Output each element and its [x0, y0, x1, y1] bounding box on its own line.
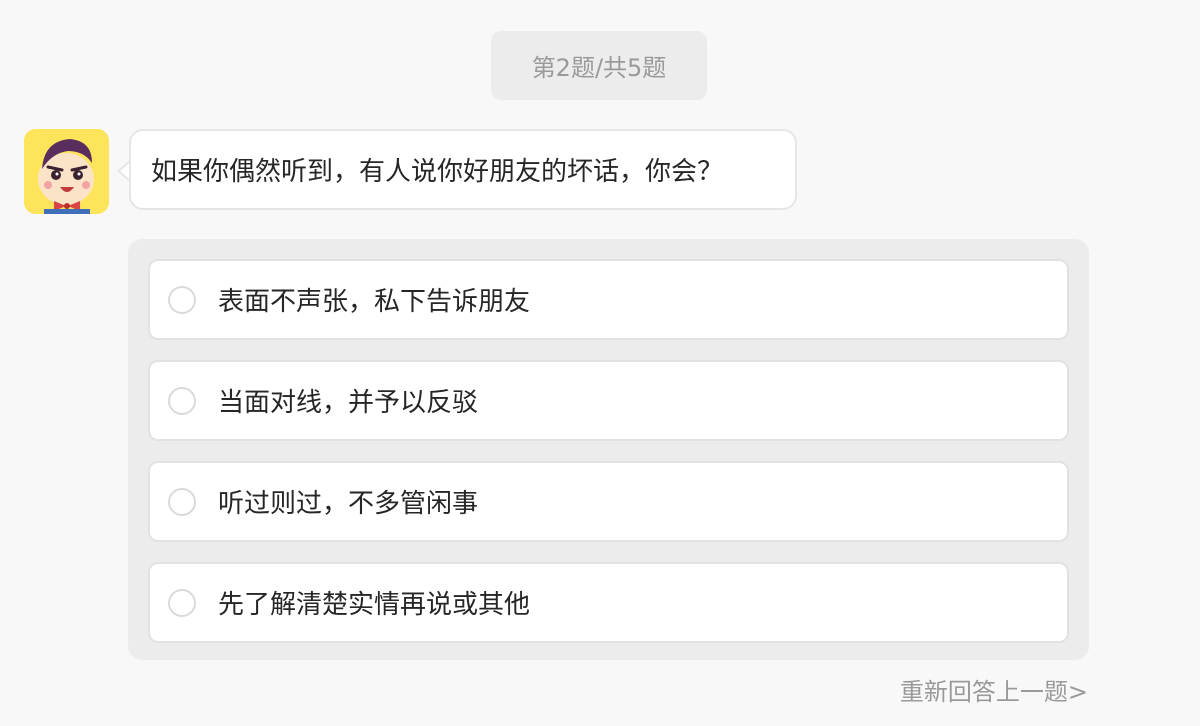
- options-panel: 表面不声张，私下告诉朋友 当面对线，并予以反驳 听过则过，不多管闲事 先了解清楚…: [128, 239, 1089, 660]
- radio-icon[interactable]: [168, 386, 196, 415]
- option-label: 先了解清楚实情再说或其他: [218, 590, 531, 620]
- progress-indicator: 第2题/共5题: [491, 31, 707, 100]
- option-label: 当面对线，并予以反驳: [218, 388, 479, 418]
- quiz-page: 第2题/共5题 如果你偶然听到，有人说你好朋友的坏话，你会？ 表面不声张，私下告…: [0, 0, 1200, 726]
- option-3[interactable]: 听过则过，不多管闲事: [148, 461, 1069, 542]
- option-2[interactable]: 当面对线，并予以反驳: [148, 360, 1069, 441]
- progress-label: 第2题/共5题: [531, 54, 667, 82]
- avatar: [24, 129, 109, 214]
- radio-icon[interactable]: [168, 588, 196, 617]
- question-text: 如果你偶然听到，有人说你好朋友的坏话，你会？: [151, 157, 724, 187]
- radio-icon[interactable]: [168, 487, 196, 516]
- option-label: 听过则过，不多管闲事: [218, 489, 479, 519]
- redo-previous-link[interactable]: 重新回答上一题>: [900, 672, 1088, 707]
- option-label: 表面不声张，私下告诉朋友: [218, 287, 531, 317]
- radio-icon[interactable]: [168, 285, 196, 314]
- option-4[interactable]: 先了解清楚实情再说或其他: [148, 562, 1069, 643]
- question-bubble: 如果你偶然听到，有人说你好朋友的坏话，你会？: [129, 129, 797, 210]
- option-1[interactable]: 表面不声张，私下告诉朋友: [148, 259, 1069, 340]
- cartoon-boy-avatar-icon: [24, 129, 109, 214]
